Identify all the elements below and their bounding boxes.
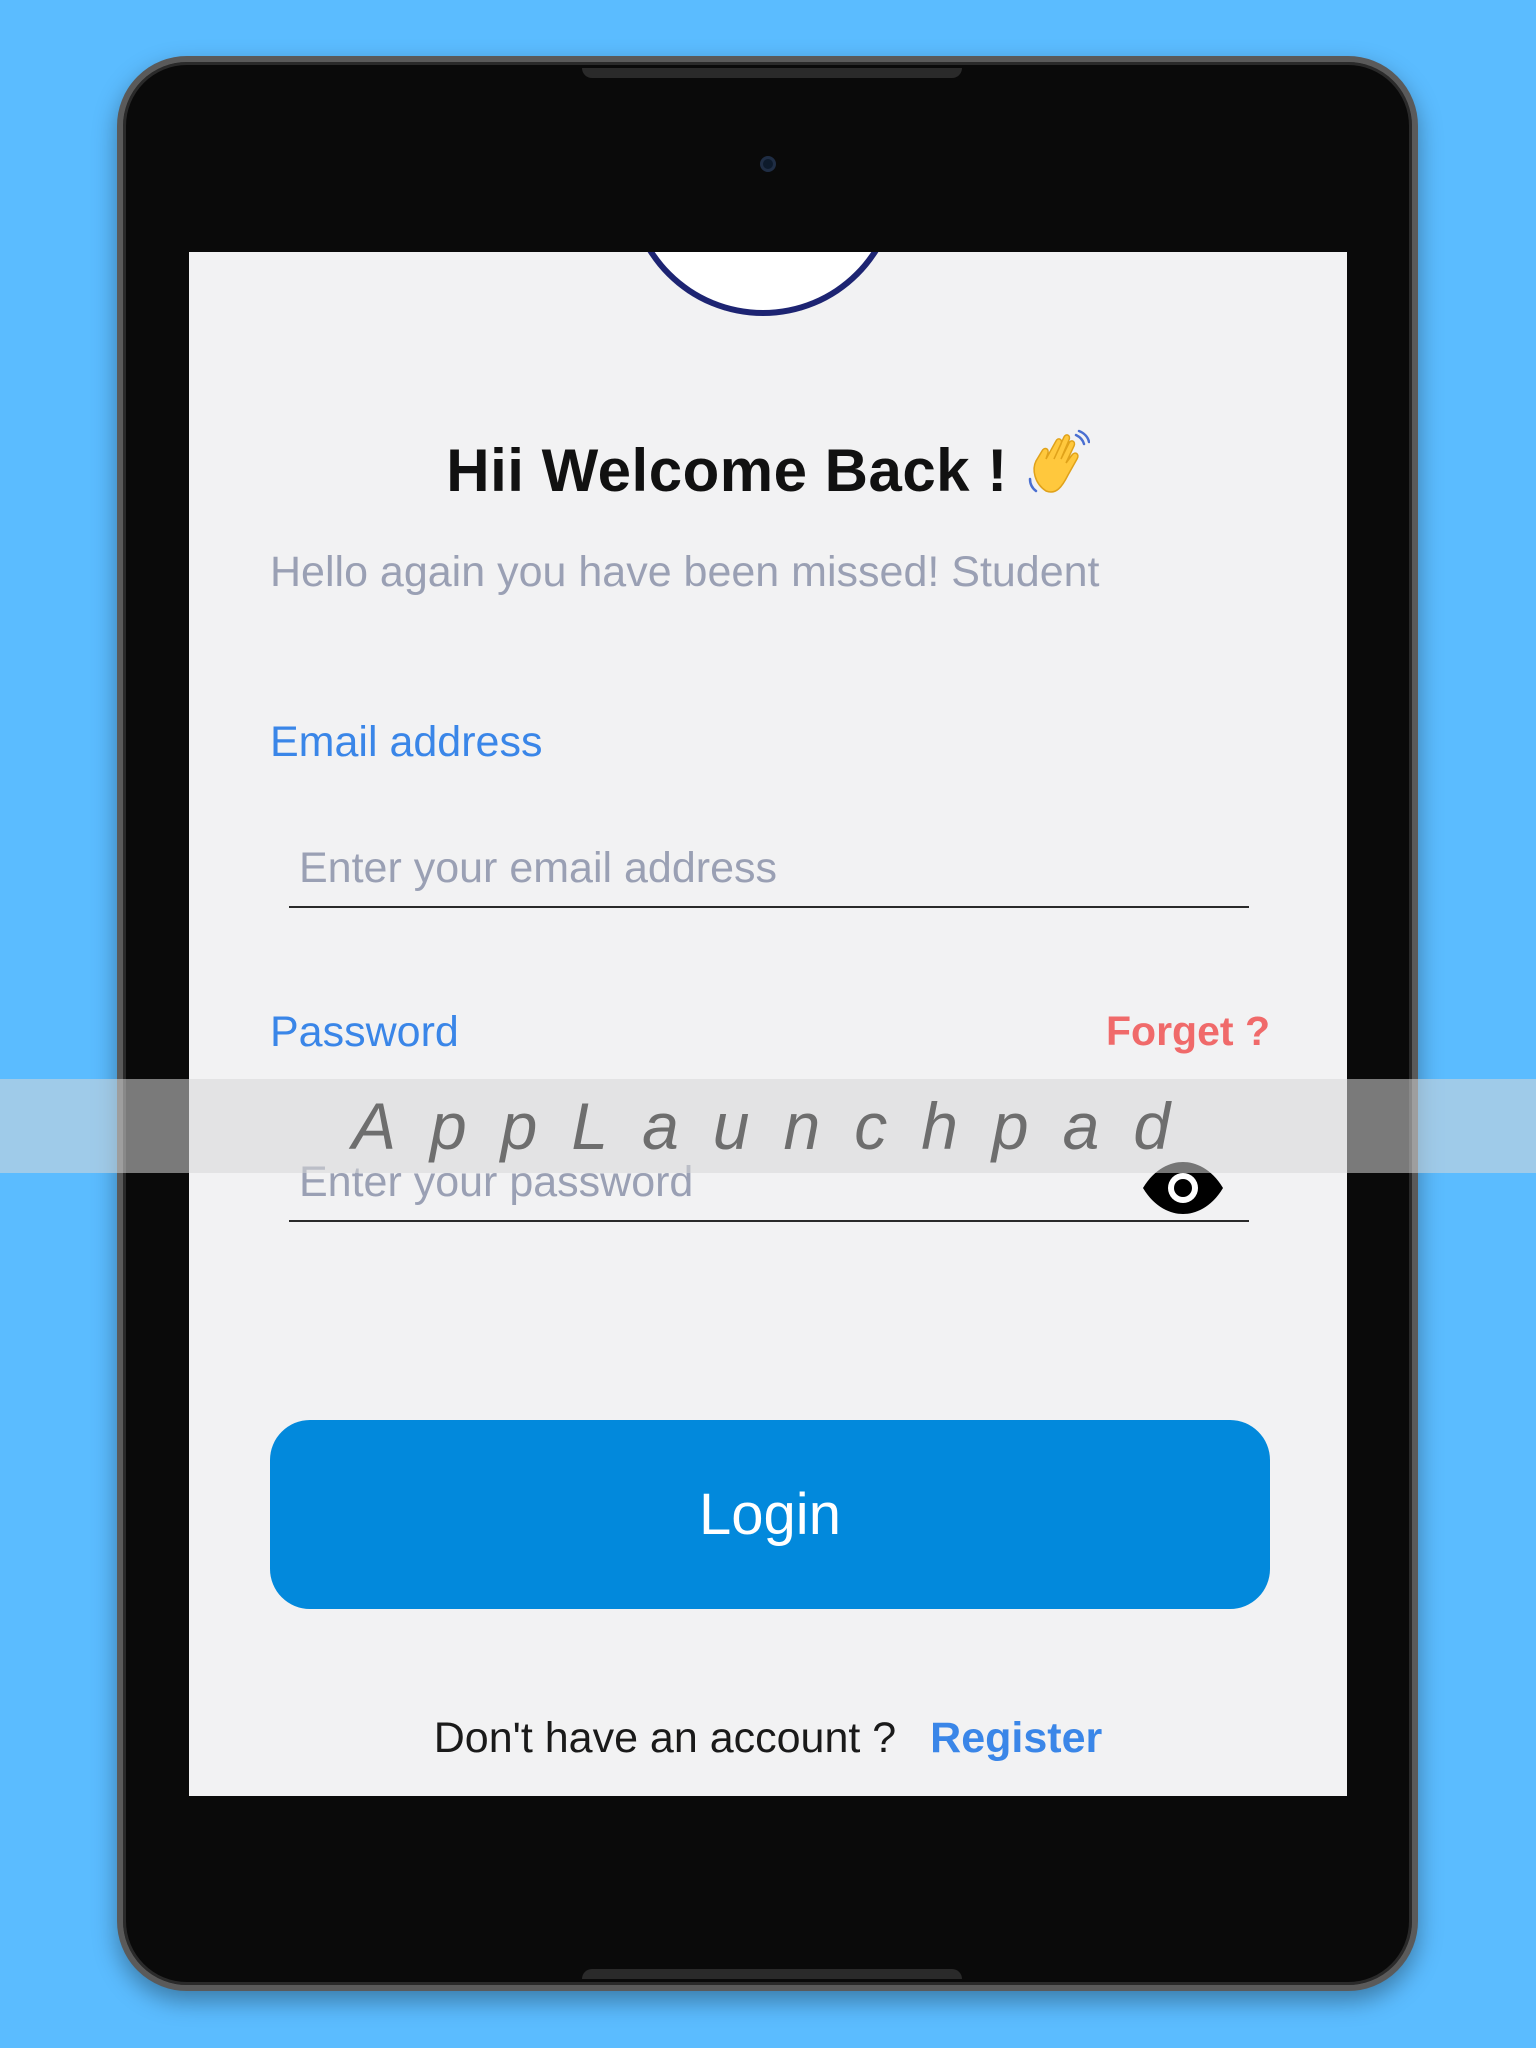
register-link[interactable]: Register xyxy=(930,1714,1102,1762)
welcome-title-text: Hii Welcome Back ! xyxy=(446,437,1008,504)
app-logo xyxy=(627,252,899,316)
welcome-subtitle: Hello again you have been missed! Studen… xyxy=(270,548,1100,596)
device-bottom-edge xyxy=(582,1969,962,1979)
no-account-text: Don't have an account ? xyxy=(433,1714,897,1762)
watermark-text: AppLaunchpad xyxy=(351,1089,1205,1163)
email-label: Email address xyxy=(270,718,543,766)
email-field[interactable] xyxy=(289,832,1249,904)
front-camera xyxy=(760,156,776,172)
waving-hand-icon xyxy=(1028,429,1090,493)
device-top-edge xyxy=(582,68,962,78)
email-field-container xyxy=(289,832,1249,908)
password-label: Password xyxy=(270,1008,459,1056)
forgot-password-link[interactable]: Forget ? xyxy=(1106,1008,1270,1055)
stage: Hii Welcome Back ! Hello again you have … xyxy=(0,0,1536,2048)
welcome-title: Hii Welcome Back ! xyxy=(189,429,1347,505)
login-screen: Hii Welcome Back ! Hello again you have … xyxy=(189,252,1347,1796)
register-prompt: Don't have an account ? Register xyxy=(189,1714,1347,1763)
login-button[interactable]: Login xyxy=(270,1420,1270,1609)
